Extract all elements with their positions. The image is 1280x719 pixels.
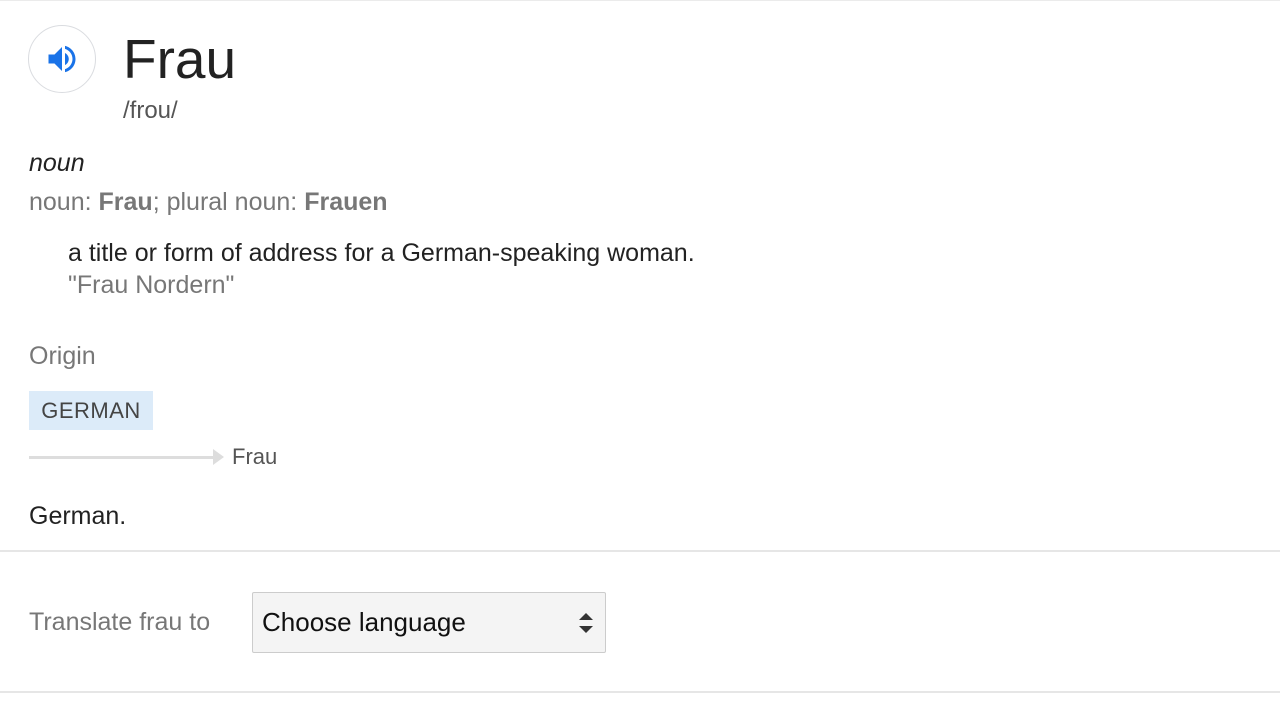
select-arrows-icon [577, 610, 595, 636]
definition-text: a title or form of address for a German-… [68, 239, 695, 267]
part-of-speech: noun [29, 149, 85, 177]
inflection-prefix: noun: [29, 188, 99, 216]
etymology-arrow-icon [213, 449, 224, 465]
volume-up-icon [48, 45, 76, 73]
origin-language-tag: GERMAN [29, 391, 153, 430]
origin-note: German. [29, 502, 127, 530]
bottom-divider [0, 691, 1280, 693]
top-divider [0, 0, 1280, 1]
etymology-line [29, 456, 215, 459]
example-sentence: "Frau Nordern" [68, 271, 235, 299]
inflections: noun: Frau; plural noun: Frauen [29, 186, 388, 218]
dictionary-card: Frau /frou/ noun noun: Frau; plural noun… [0, 0, 1280, 719]
section-divider [0, 550, 1280, 552]
inflection-singular: Frau [98, 188, 153, 216]
inflection-plural: Frauen [304, 188, 388, 216]
inflection-separator: ; plural noun: [152, 188, 305, 216]
language-select[interactable]: Choose language [252, 592, 606, 653]
translate-label: Translate frau to [29, 608, 211, 636]
headword: Frau [123, 28, 237, 90]
etymology-word: Frau [232, 444, 278, 469]
pronunciation-button[interactable] [28, 25, 96, 93]
phonetic-spelling: /frou/ [123, 97, 178, 124]
origin-heading: Origin [29, 342, 96, 370]
language-select-value: Choose language [262, 607, 466, 637]
